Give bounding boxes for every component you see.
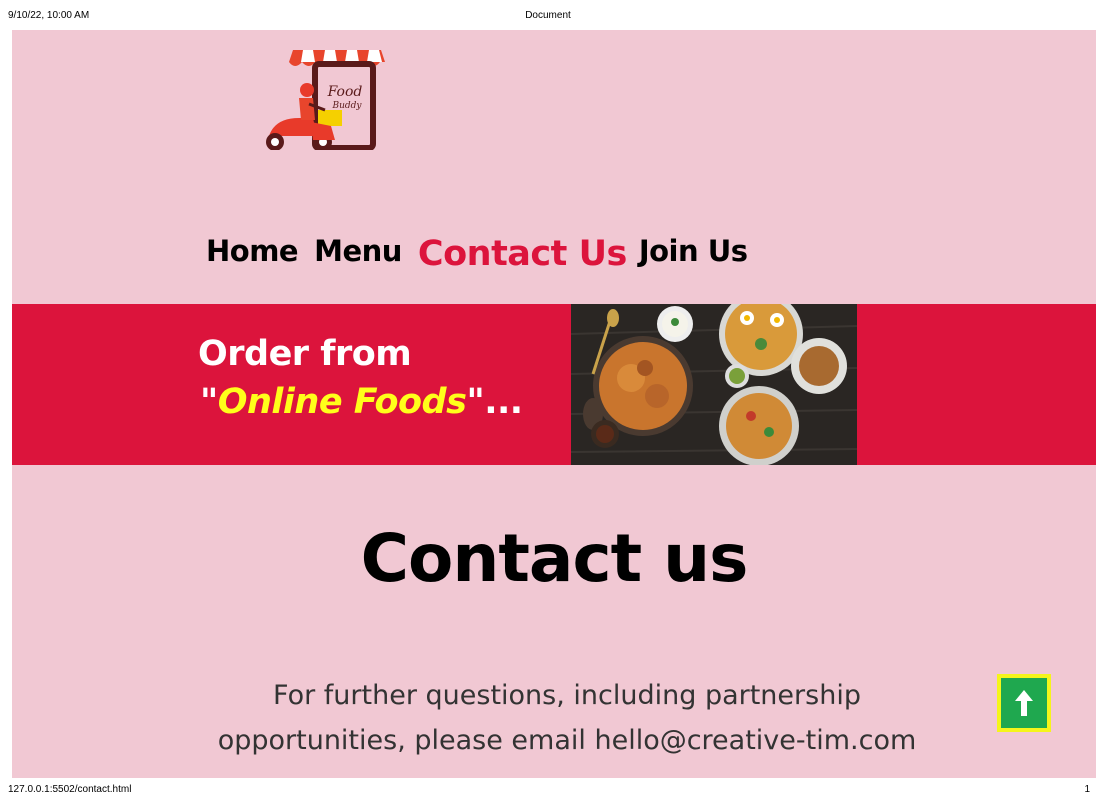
logo-text-food: Food (327, 84, 363, 100)
print-page-number: 1 (1084, 784, 1090, 795)
contact-title: Contact us (360, 520, 749, 597)
scroll-to-top-button[interactable] (997, 674, 1051, 732)
print-document-title: Document (525, 10, 571, 21)
nav-contact-us[interactable]: Contact Us (418, 234, 627, 276)
food-buddy-logo[interactable]: Food Buddy (255, 44, 385, 150)
main-nav: Home Menu Contact Us Join Us (206, 226, 748, 276)
logo-text-buddy: Buddy (331, 101, 362, 111)
close-quote: " (466, 382, 485, 422)
banner-tagline: "Online Foods"... (200, 382, 523, 422)
order-banner: Order from "Online Foods"... (12, 304, 1096, 465)
nav-home[interactable]: Home (206, 234, 299, 276)
banner-heading: Order from (198, 334, 412, 374)
contact-description: For further questions, including partner… (217, 680, 917, 756)
page-content: Food Buddy Home Menu Contact Us Join Us … (12, 30, 1096, 778)
open-quote: " (200, 382, 218, 422)
arrow-up-icon (1015, 690, 1033, 716)
banner-ellipsis: ... (484, 382, 523, 422)
nav-menu[interactable]: Menu (314, 234, 402, 276)
food-dishes-image (571, 304, 857, 465)
banner-brand: Online Foods (217, 382, 467, 422)
nav-join-us[interactable]: Join Us (639, 234, 748, 276)
print-url: 127.0.0.1:5502/contact.html (8, 784, 132, 795)
